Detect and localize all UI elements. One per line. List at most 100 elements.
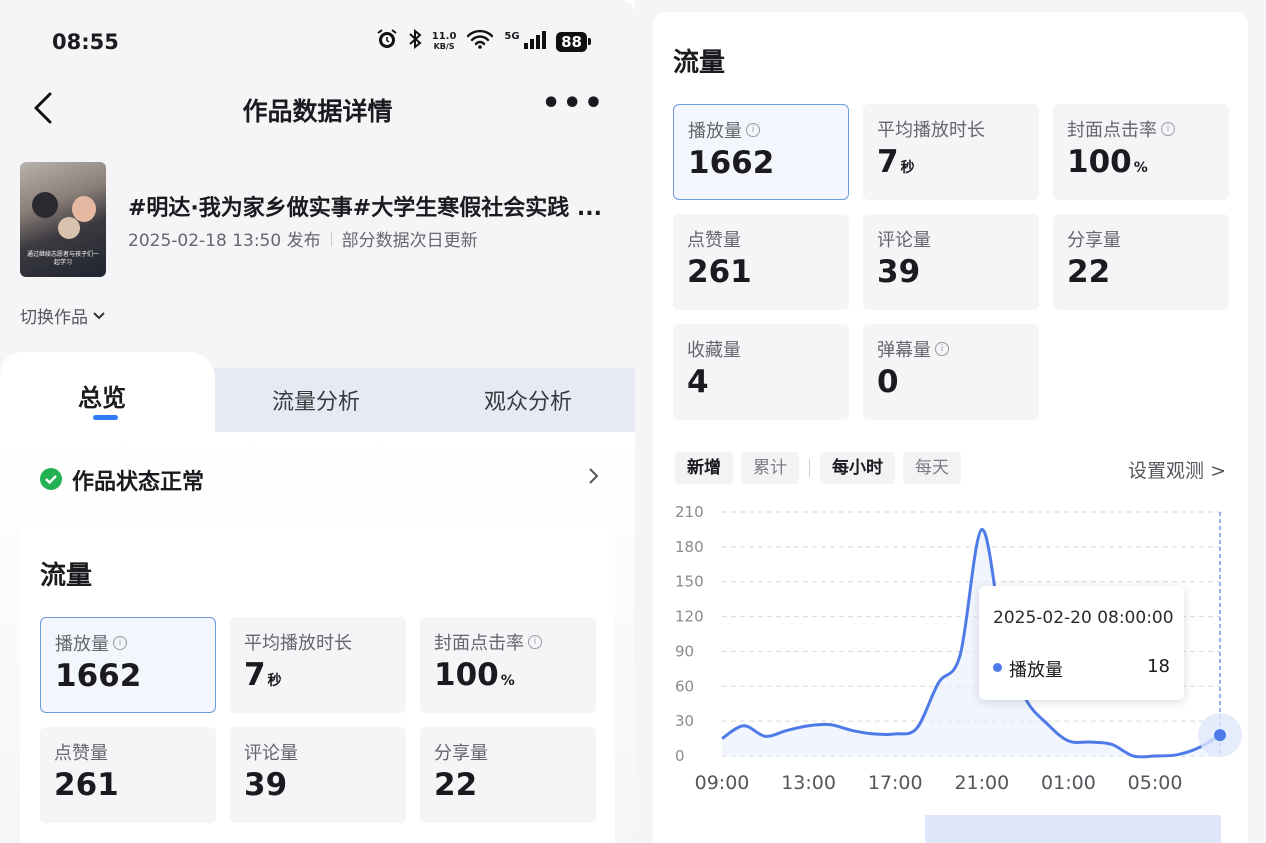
- metric-avg-duration-tile[interactable]: 平均播放时长 7 秒: [863, 104, 1039, 200]
- data-point: [764, 735, 767, 738]
- data-point: [1110, 743, 1113, 746]
- chip-new[interactable]: 新增: [675, 452, 733, 484]
- metric-plays-tile[interactable]: 播放量 i 1662: [40, 617, 216, 713]
- metric-value: 22: [1067, 254, 1111, 290]
- tab-traffic-analysis[interactable]: 流量分析: [272, 384, 360, 416]
- metric-shares-label: 分享量: [1067, 226, 1121, 252]
- work-summary[interactable]: 通过继续志愿者与孩子们一起学习 #明达·我为家乡做实事#大学生寒假社会实践 ..…: [20, 162, 620, 278]
- metric-value: 1662: [688, 145, 775, 181]
- signal-label: 5G: [504, 30, 520, 42]
- publish-time: 2025-02-18 13:50 发布: [128, 231, 321, 251]
- info-icon[interactable]: i: [113, 636, 127, 650]
- work-status-row[interactable]: 作品状态正常: [40, 462, 600, 495]
- cell-signal: 5G: [504, 30, 547, 53]
- data-point: [915, 727, 918, 730]
- chart-range-selector[interactable]: [925, 815, 1221, 843]
- traffic-title: 流量: [40, 561, 93, 591]
- metric-cover-ctr-label: 封面点击率 i: [1067, 116, 1175, 142]
- chip-hourly[interactable]: 每小时: [820, 452, 895, 484]
- metric-value: 100: [1067, 144, 1132, 180]
- metric-shares-tile[interactable]: 分享量 22: [1053, 214, 1229, 310]
- highlighted-point: [1214, 729, 1226, 742]
- chart-tooltip: 2025-02-20 08:00:00 播放量 18: [979, 586, 1184, 700]
- metric-cover-ctr-value: 100%: [1067, 144, 1148, 180]
- tab-overview[interactable]: 总览: [78, 378, 126, 413]
- work-thumbnail[interactable]: 通过继续志愿者与孩子们一起学习: [20, 162, 106, 277]
- chip-daily[interactable]: 每天: [903, 452, 961, 484]
- metric-name: 分享量: [1067, 230, 1121, 251]
- metric-favorites-tile[interactable]: 收藏量 4: [673, 324, 849, 420]
- x-tick-label: 09:00: [695, 772, 750, 794]
- chevron-down-icon: [93, 311, 105, 319]
- metric-shares-value: 22: [434, 767, 477, 803]
- metric-name: 平均播放时长: [877, 120, 985, 141]
- metric-shares-value: 22: [1067, 254, 1110, 290]
- metric-name: 弹幕量: [877, 340, 931, 361]
- metric-comments-tile[interactable]: 评论量 39: [863, 214, 1039, 310]
- metric-cover-ctr-tile[interactable]: 封面点击率 i 100%: [1053, 104, 1229, 200]
- metric-name: 封面点击率: [1067, 120, 1157, 141]
- y-tick-label: 0: [675, 747, 685, 765]
- right-screen: 流量 播放量 i 1662 平均播放时长 7 秒 封面点击率 i 100% 点赞量 261 评论量 39…: [635, 0, 1266, 843]
- metric-plays-tile[interactable]: 播放量 i 1662: [673, 104, 849, 200]
- data-point: [937, 681, 940, 684]
- metric-danmaku-tile[interactable]: 弹幕量 i 0: [863, 324, 1039, 420]
- chevron-right-icon: [588, 466, 600, 491]
- net-speed-value: 11.0: [431, 30, 457, 42]
- battery-indicator: 88: [556, 31, 591, 52]
- metric-comments-value: 39: [877, 254, 920, 290]
- work-meta: 2025-02-18 13:50 发布 部分数据次日更新: [128, 226, 478, 251]
- data-point: [829, 723, 832, 726]
- metric-plays-value: 1662: [688, 145, 774, 181]
- metric-value: 7: [877, 144, 899, 180]
- info-icon[interactable]: i: [528, 635, 542, 649]
- metric-name: 平均播放时长: [244, 633, 352, 654]
- metric-comments-label: 评论量: [877, 226, 931, 252]
- metric-name: 评论量: [244, 743, 298, 764]
- metric-likes-tile[interactable]: 点赞量 261: [40, 727, 216, 823]
- work-title: #明达·我为家乡做实事#大学生寒假社会实践 ...: [128, 196, 602, 221]
- data-point: [721, 737, 724, 740]
- data-point: [980, 528, 983, 531]
- metric-favorites-value: 4: [687, 364, 709, 400]
- set-observation-link[interactable]: 设置观测 >: [1128, 456, 1226, 483]
- metric-name: 播放量: [688, 121, 742, 142]
- left-screen: 08:55 11.0 KB/S 5G 88 作品数据详情 ••• 通过继续志愿者…: [0, 0, 635, 843]
- signal-bars-icon: [524, 30, 547, 49]
- metric-shares-tile[interactable]: 分享量 22: [420, 727, 596, 823]
- info-icon[interactable]: i: [746, 123, 760, 137]
- metric-cover-ctr-value: 100%: [434, 657, 515, 693]
- tab-audience-analysis[interactable]: 观众分析: [484, 384, 572, 416]
- x-tick-label: 21:00: [954, 772, 1009, 794]
- meta-divider: [330, 231, 332, 246]
- chip-cumulative[interactable]: 累计: [741, 452, 799, 484]
- nav-bar: 作品数据详情 •••: [0, 84, 635, 132]
- metric-avg-duration-tile[interactable]: 平均播放时长 7 秒: [230, 617, 406, 713]
- info-icon[interactable]: i: [935, 342, 949, 356]
- data-point: [1175, 753, 1178, 756]
- alarm-icon: [376, 28, 398, 55]
- x-tick-label: 05:00: [1128, 772, 1183, 794]
- metric-danmaku-label: 弹幕量 i: [877, 336, 949, 362]
- y-tick-label: 60: [675, 677, 694, 695]
- metric-unit: 秒: [267, 673, 282, 689]
- metric-value: 4: [687, 364, 709, 400]
- metric-name: 收藏量: [687, 340, 741, 361]
- switch-work-button[interactable]: 切换作品: [20, 303, 106, 328]
- status-bar: 08:55 11.0 KB/S 5G 88: [0, 0, 635, 84]
- metric-cover-ctr-tile[interactable]: 封面点击率 i 100%: [420, 617, 596, 713]
- chart-filter-chips: 新增 累计 每小时 每天: [675, 452, 961, 484]
- metric-comments-tile[interactable]: 评论量 39: [230, 727, 406, 823]
- metric-name: 分享量: [434, 743, 488, 764]
- metric-unit: %: [1133, 160, 1148, 176]
- thumb-figure: [72, 196, 96, 222]
- more-icon[interactable]: •••: [541, 86, 605, 121]
- info-icon[interactable]: i: [1161, 122, 1175, 136]
- page-title: 作品数据详情: [242, 97, 393, 126]
- data-point: [1045, 722, 1048, 725]
- metric-likes-tile[interactable]: 点赞量 261: [673, 214, 849, 310]
- active-tab-indicator: [93, 415, 118, 420]
- series-dot: [993, 663, 1002, 672]
- metric-cover-ctr-label: 封面点击率 i: [434, 629, 542, 655]
- metric-plays-value: 1662: [55, 658, 141, 694]
